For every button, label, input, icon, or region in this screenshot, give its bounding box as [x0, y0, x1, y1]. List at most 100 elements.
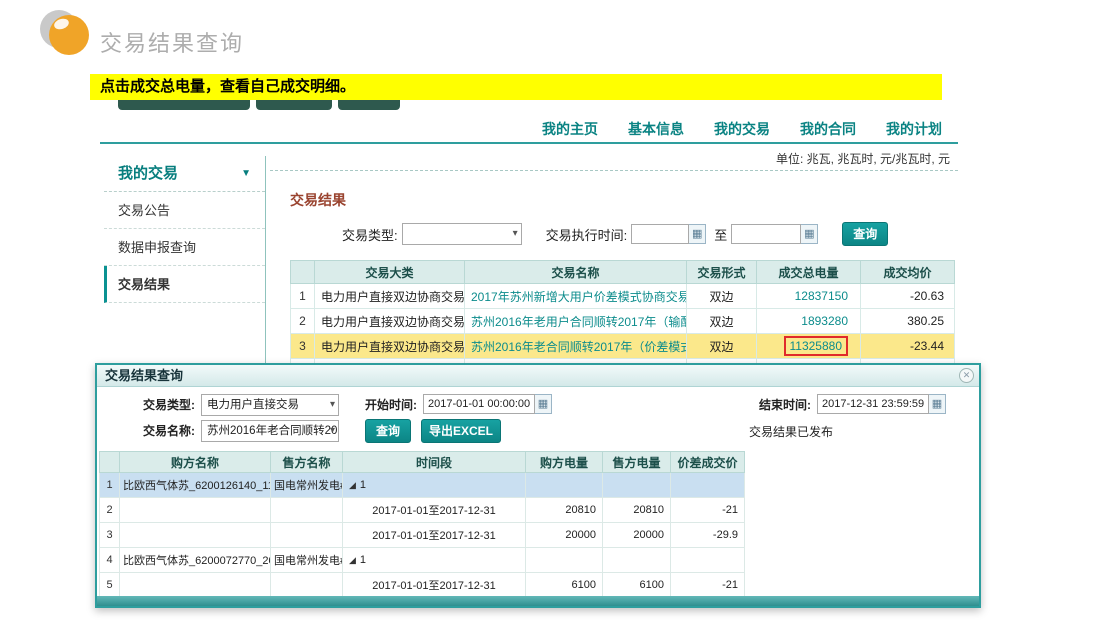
dropdown-arrow-icon: ▾ [330, 421, 335, 441]
dialog-filter-area: 交易类型: 电力用户直接交易 ▾ 开始时间: 2017-01-01 00:00:… [97, 387, 979, 449]
sidebar-item-3[interactable]: 交易结果 [104, 266, 265, 303]
column-header: 价差成交价 [671, 452, 745, 473]
dialog-footer-bar [97, 596, 979, 606]
total-volume-link[interactable]: 1893280 [757, 309, 861, 334]
results-header-row: 交易大类交易名称交易形式成交总电量成交均价 [291, 261, 955, 284]
detail-row[interactable]: 4比欧西气体苏_6200072770_20kV国电常州发电#1-2◢1 [100, 548, 745, 573]
category-cell: 电力用户直接双边协商交易 [315, 334, 465, 359]
detail-header-row: 购方名称售方名称时间段购方电量售方电量价差成交价 [100, 452, 745, 473]
close-icon[interactable]: ✕ [959, 368, 974, 383]
price-cell [671, 473, 745, 498]
buyer-cell [120, 523, 271, 548]
sell-qty-cell [603, 473, 671, 498]
end-time-label: 结束时间: [745, 394, 811, 416]
period-cell: ◢1 [343, 473, 526, 498]
dialog-type-label: 交易类型: [125, 394, 195, 416]
column-header [291, 261, 315, 284]
seller-cell [271, 498, 343, 523]
period-cell: ◢1 [343, 548, 526, 573]
highlight-box: 11325880 [784, 336, 849, 356]
trade-type-label: 交易类型: [342, 225, 398, 244]
dialog-name-value: 苏州2016年老合同顺转20 [207, 425, 337, 437]
sidebar-item-2[interactable]: 数据申报查询 [104, 229, 265, 266]
row-index: 2 [100, 498, 120, 523]
column-header: 售方电量 [603, 452, 671, 473]
detail-row[interactable]: 1比欧西气体苏_6200126140_110kV国电常州发电#1-2◢1 [100, 473, 745, 498]
trade-name-link[interactable]: 2017年苏州新增大用户价差模式协商交易 [465, 284, 687, 309]
trade-form-cell: 双边 [687, 309, 757, 334]
trade-name-link[interactable]: 苏州2016年老用户合同顺转2017年（输配模式） [465, 309, 687, 334]
sell-qty-cell [603, 548, 671, 573]
sidebar-header-label: 我的交易 [118, 165, 178, 182]
row-index: 3 [291, 334, 315, 359]
buy-qty-cell: 20000 [526, 523, 603, 548]
calendar-icon[interactable]: ▦ [929, 394, 946, 414]
buy-qty-cell [526, 473, 603, 498]
dialog-type-select[interactable]: 电力用户直接交易 ▾ [201, 394, 339, 416]
expand-icon[interactable]: ◢ [349, 480, 356, 490]
dialog-title-bar[interactable]: 交易结果查询 [97, 365, 979, 387]
trade-form-cell: 双边 [687, 284, 757, 309]
dropdown-arrow-icon: ▾ [513, 224, 518, 244]
nav-item-4[interactable]: 我的合同 [800, 119, 856, 139]
start-time-input[interactable]: 2017-01-01 00:00:00 [423, 394, 535, 414]
calendar-icon[interactable]: ▦ [535, 394, 552, 414]
group-count: 1 [360, 479, 366, 491]
sell-qty-cell: 6100 [603, 573, 671, 598]
trade-type-select[interactable]: ▾ [402, 223, 522, 245]
dialog-search-button[interactable]: 查询 [365, 419, 411, 443]
export-excel-button[interactable]: 导出EXCEL [421, 419, 501, 443]
nav-item-5[interactable]: 我的计划 [886, 119, 942, 139]
total-volume-link[interactable]: 12837150 [757, 284, 861, 309]
nav-item-1[interactable]: 我的主页 [542, 119, 598, 139]
nav-item-3[interactable]: 我的交易 [714, 119, 770, 139]
total-volume-link[interactable]: 11325880 [757, 334, 861, 359]
page-title: 交易结果查询 [100, 26, 244, 58]
price-cell [671, 548, 745, 573]
dialog-name-select[interactable]: 苏州2016年老合同顺转20 ▾ [201, 420, 339, 442]
result-row: 2电力用户直接双边协商交易苏州2016年老用户合同顺转2017年（输配模式）双边… [291, 309, 955, 334]
detail-row[interactable]: 52017-01-01至2017-12-3161006100-21 [100, 573, 745, 598]
category-cell: 电力用户直接双边协商交易 [315, 309, 465, 334]
sidebar-item-1[interactable]: 交易公告 [104, 192, 265, 229]
trade-name-link[interactable]: 苏州2016年老合同顺转2017年（价差模式） [465, 334, 687, 359]
calendar-icon[interactable]: ▦ [801, 224, 818, 244]
avg-price-cell: -23.44 [861, 334, 955, 359]
period-cell: 2017-01-01至2017-12-31 [343, 573, 526, 598]
search-button[interactable]: 查询 [842, 222, 888, 246]
to-label: 至 [714, 225, 727, 244]
price-cell: -29.9 [671, 523, 745, 548]
instruction-callout: 点击成交总电量，查看自己成交明细。 [90, 74, 942, 100]
buy-qty-cell: 20810 [526, 498, 603, 523]
dialog-type-value: 电力用户直接交易 [207, 399, 299, 411]
column-header: 售方名称 [271, 452, 343, 473]
trade-detail-dialog: 交易结果查询 ✕ 交易类型: 电力用户直接交易 ▾ 开始时间: 2017-01-… [95, 363, 981, 608]
end-time-input[interactable]: 2017-12-31 23:59:59 [817, 394, 929, 414]
buy-qty-cell: 6100 [526, 573, 603, 598]
period-cell: 2017-01-01至2017-12-31 [343, 498, 526, 523]
exec-time-to-input[interactable] [731, 224, 801, 244]
column-header: 交易名称 [465, 261, 687, 284]
detail-row[interactable]: 32017-01-01至2017-12-312000020000-29.9 [100, 523, 745, 548]
buyer-cell [120, 573, 271, 598]
expand-icon[interactable]: ◢ [349, 555, 356, 565]
results-filter-bar: 交易类型: ▾ 交易执行时间: ▦ 至 ▦ 查询 [290, 222, 958, 246]
seller-cell: 国电常州发电#1-2 [271, 473, 343, 498]
avg-price-cell: -20.63 [861, 284, 955, 309]
exec-time-label: 交易执行时间: [546, 225, 628, 244]
nav-item-2[interactable]: 基本信息 [628, 119, 684, 139]
buyer-cell: 比欧西气体苏_6200072770_20kV [120, 548, 271, 573]
slide-logo [40, 8, 94, 56]
column-header: 购方电量 [526, 452, 603, 473]
top-nav: 我的主页 基本信息 我的交易 我的合同 我的计划 [542, 119, 942, 139]
dropdown-arrow-icon: ▾ [330, 395, 335, 415]
row-index: 1 [100, 473, 120, 498]
start-time-field: 2017-01-01 00:00:00 ▦ [423, 394, 552, 414]
calendar-icon[interactable]: ▦ [689, 224, 706, 244]
price-cell: -21 [671, 573, 745, 598]
exec-time-from-input[interactable] [631, 224, 689, 244]
detail-row[interactable]: 22017-01-01至2017-12-312081020810-21 [100, 498, 745, 523]
sidebar-header-my-trades[interactable]: 我的交易 ▼ [104, 156, 265, 192]
column-header: 成交均价 [861, 261, 955, 284]
period-cell: 2017-01-01至2017-12-31 [343, 523, 526, 548]
